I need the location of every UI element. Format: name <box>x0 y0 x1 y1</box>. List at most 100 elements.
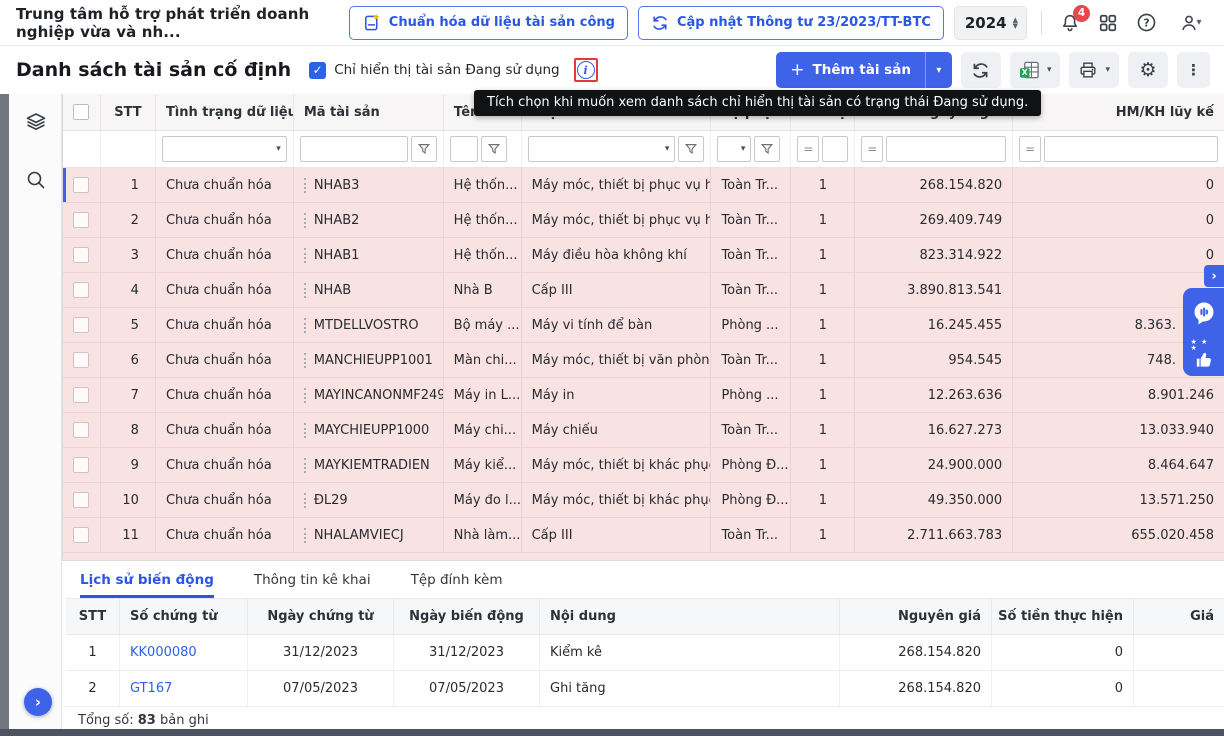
row-checkbox[interactable] <box>73 492 89 508</box>
filter-code-input[interactable] <box>300 136 408 162</box>
asset-row[interactable]: 9Chưa chuẩn hóaMAYKIEMTRADIENMáy kiể...M… <box>63 448 1224 483</box>
add-asset-dropdown[interactable]: ▾ <box>925 52 952 88</box>
filter-dept-select[interactable]: ▾ <box>717 136 751 162</box>
filter-code-funnel-button[interactable] <box>411 136 437 162</box>
bottom-bar <box>0 729 1224 736</box>
more-options-button[interactable]: ⋮ <box>1177 52 1210 88</box>
detail-cell-doc[interactable]: KK000080 <box>120 635 248 670</box>
asset-row[interactable]: 10Chưa chuẩn hóaĐL29Máy đo l...Máy móc, … <box>63 483 1224 518</box>
asset-row[interactable]: 4Chưa chuẩn hóaNHABNhà BCấp IIIToàn Tr..… <box>63 273 1224 308</box>
row-checkbox[interactable] <box>73 457 89 473</box>
detail-row[interactable]: 2GT16707/05/202307/05/2023Ghi tăng268.15… <box>66 671 1224 707</box>
filter-hm-input[interactable] <box>1044 136 1218 162</box>
filter-cost-operator[interactable]: = <box>861 136 883 162</box>
add-asset-button[interactable]: + Thêm tài sản ▾ <box>776 52 952 88</box>
asset-row[interactable]: 7Chưa chuẩn hóaMAYINCANONMF249...Máy in … <box>63 378 1224 413</box>
row-checkbox[interactable] <box>73 247 89 263</box>
refresh-button[interactable] <box>961 52 1001 88</box>
rate-app-button[interactable]: ★ ★ ★ <box>1191 338 1217 368</box>
cell-type: Máy in <box>522 378 712 412</box>
year-spinner[interactable]: ▲ ▼ <box>1013 17 1018 29</box>
filter-name-input[interactable] <box>450 136 478 162</box>
thumbs-up-icon <box>1195 351 1213 368</box>
chat-bubble-icon <box>1191 300 1217 326</box>
detail-row[interactable]: 1KK00008031/12/202331/12/2023Kiểm kê268.… <box>66 635 1224 671</box>
select-all-checkbox[interactable] <box>73 104 89 120</box>
tab-attachments[interactable]: Tệp đính kèm <box>411 561 503 598</box>
detail-cell-doc[interactable]: GT167 <box>120 671 248 706</box>
filter-in-use-checkbox[interactable]: ✓ <box>309 62 326 79</box>
tab-history[interactable]: Lịch sử biến động <box>80 561 214 598</box>
row-checkbox[interactable] <box>73 527 89 543</box>
layers-button[interactable] <box>9 102 62 142</box>
filter-type-select[interactable]: ▾ <box>528 136 676 162</box>
detail-column-header-date1[interactable]: Ngày chứng từ <box>248 599 394 634</box>
cell-stt: 3 <box>101 238 156 272</box>
cell-stt: 2 <box>101 203 156 237</box>
cell-code: MANCHIEUPP1001 <box>294 343 444 377</box>
detail-cell-stt: 1 <box>66 635 120 670</box>
cell-dept: Toàn Tr... <box>711 203 791 237</box>
column-header-hm[interactable]: HM/KH lũy kế <box>1013 94 1224 130</box>
cell-hm: 655.020.458 <box>1013 518 1224 552</box>
export-excel-button[interactable]: X ▾ <box>1010 52 1061 88</box>
row-checkbox[interactable] <box>73 282 89 298</box>
asset-row[interactable]: 6Chưa chuẩn hóaMANCHIEUPP1001Màn chi...M… <box>63 343 1224 378</box>
help-button[interactable]: ? <box>1132 9 1160 37</box>
standardize-data-button[interactable]: Chuẩn hóa dữ liệu tài sản công <box>349 6 628 40</box>
asset-row[interactable]: 5Chưa chuẩn hóaMTDELLVOSTROBộ máy ...Máy… <box>63 308 1224 343</box>
print-button[interactable]: ▾ <box>1069 52 1119 88</box>
filter-qty-input[interactable] <box>822 136 848 162</box>
row-checkbox[interactable] <box>73 422 89 438</box>
info-icon[interactable]: i <box>577 61 595 79</box>
column-header-code[interactable]: Mã tài sản <box>294 94 444 130</box>
filter-qty-operator[interactable]: = <box>797 136 819 162</box>
update-circular-button[interactable]: Cập nhật Thông tư 23/2023/TT-BTC <box>638 6 944 40</box>
asset-row[interactable]: 1Chưa chuẩn hóaNHAB3Hệ thốn...Máy móc, t… <box>63 168 1224 203</box>
chat-support-button[interactable] <box>1191 298 1217 328</box>
detail-column-header-amount[interactable]: Số tiền thực hiện <box>992 599 1134 634</box>
row-checkbox[interactable] <box>73 212 89 228</box>
detail-column-header-date2[interactable]: Ngày biến động <box>394 599 540 634</box>
expand-sidebar-button[interactable]: › <box>24 688 52 716</box>
spinner-down-icon[interactable]: ▼ <box>1013 23 1018 29</box>
row-checkbox[interactable] <box>73 317 89 333</box>
tab-declaration[interactable]: Thông tin kê khai <box>254 561 371 598</box>
filter-hm-operator[interactable]: = <box>1019 136 1041 162</box>
collapse-panel-button[interactable]: › <box>1204 265 1224 287</box>
apps-grid-button[interactable] <box>1094 9 1122 37</box>
asset-row[interactable]: 3Chưa chuẩn hóaNHAB1Hệ thốn...Máy điều h… <box>63 238 1224 273</box>
filter-cost-input[interactable] <box>886 136 1006 162</box>
year-selector[interactable]: 2024 ▲ ▼ <box>954 6 1027 40</box>
detail-column-header-cost[interactable]: Nguyên giá <box>840 599 992 634</box>
ellipsis-icon: ⋮ <box>1186 63 1201 78</box>
detail-column-header-doc[interactable]: Số chứng từ <box>120 599 248 634</box>
row-checkbox[interactable] <box>73 387 89 403</box>
cell-cost: 268.154.820 <box>855 168 1013 202</box>
row-checkbox[interactable] <box>73 177 89 193</box>
user-menu-button[interactable]: ▾ <box>1170 9 1210 37</box>
detail-column-header-content[interactable]: Nội dung <box>540 599 840 634</box>
detail-column-header-stt[interactable]: STT <box>66 599 120 634</box>
row-select-cell <box>63 483 101 517</box>
asset-row[interactable]: 8Chưa chuẩn hóaMAYCHIEUPP1000Máy chi...M… <box>63 413 1224 448</box>
notification-bell-button[interactable]: 4 <box>1056 9 1084 37</box>
detail-column-header-g2[interactable]: Giá <box>1134 599 1224 634</box>
filter-dept-funnel-button[interactable] <box>754 136 780 162</box>
filter-status-select[interactable]: ▾ <box>162 136 287 162</box>
column-header-status[interactable]: Tình trạng dữ liệu <box>156 94 294 130</box>
detail-cell-content: Kiểm kê <box>540 635 840 670</box>
asset-row[interactable]: 11Chưa chuẩn hóaNHALAMVIECJNhà làm...Cấp… <box>63 518 1224 553</box>
search-button[interactable] <box>9 160 62 200</box>
record-count-value: 83 <box>138 713 156 728</box>
column-header-stt[interactable]: STT <box>101 94 156 130</box>
detail-cell-date2: 31/12/2023 <box>394 635 540 670</box>
filter-name-funnel-button[interactable] <box>481 136 507 162</box>
cell-hm: 13.571.250 <box>1013 483 1224 517</box>
standardize-data-label: Chuẩn hóa dữ liệu tài sản công <box>389 15 615 30</box>
row-checkbox[interactable] <box>73 352 89 368</box>
settings-button[interactable]: ⚙ <box>1128 52 1168 88</box>
asset-row[interactable]: 2Chưa chuẩn hóaNHAB2Hệ thốn...Máy móc, t… <box>63 203 1224 238</box>
cell-dept: Toàn Tr... <box>711 168 791 202</box>
filter-type-funnel-button[interactable] <box>678 136 704 162</box>
